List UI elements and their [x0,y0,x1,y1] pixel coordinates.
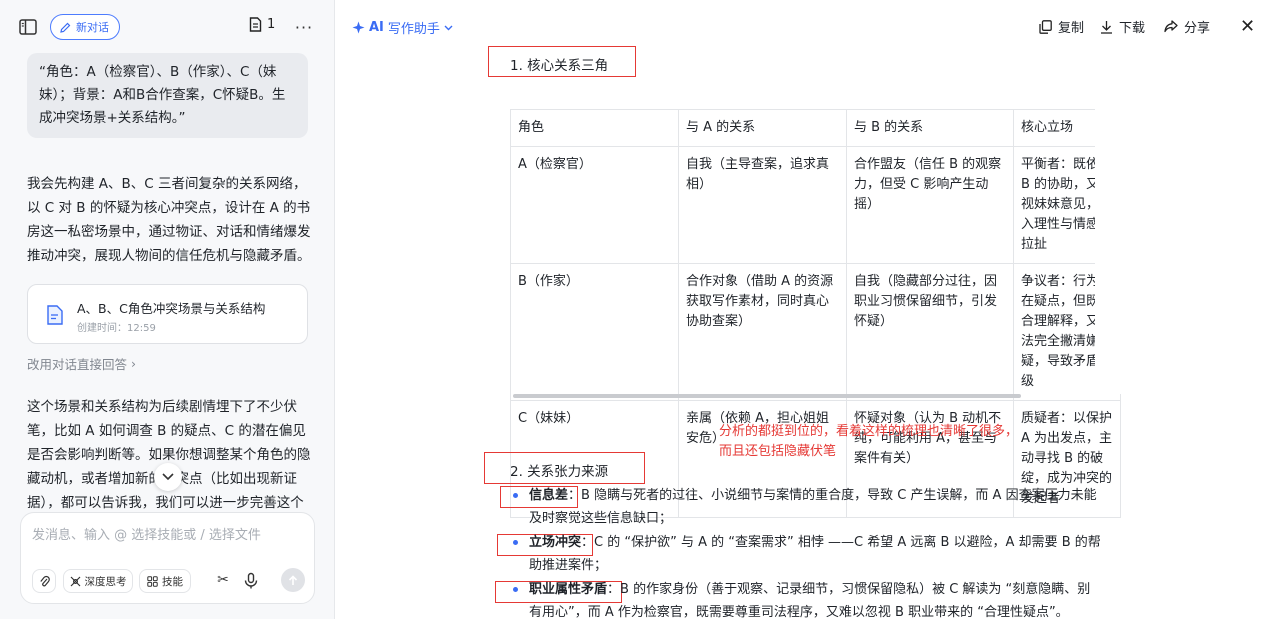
new-chat-button[interactable]: 新对话 [50,14,120,40]
table-overflow-mask [1095,109,1135,394]
table-cell: 合作盟友（信任 B 的观察力，但受 C 影响产生动摇） [846,146,1014,264]
bullet-dot [513,587,518,592]
document-card-title: A、B、C角色冲突场景与关系结构 [77,301,266,316]
document-panel: AI 写作助手 复制 下载 分享 ✕ 1. 核心关系三角 角色 与 A 的关系 … [335,0,1280,619]
table-cell: 自我（主导查案，追求真相） [678,146,847,264]
close-icon[interactable]: ✕ [1240,16,1255,37]
bullet-dot [513,540,518,545]
table-row: B（作家） 合作对象（借助 A 的资源获取写作素材，同时真心协助查案） 自我（隐… [510,263,1121,401]
assistant-title: 写作助手 [387,22,440,37]
ai-writing-assistant-menu[interactable]: AI 写作助手 [352,18,453,37]
bullet-term: 职业属性矛盾 [529,582,608,597]
deep-think-icon [70,576,80,586]
switch-link-label: 改用对话直接回答 [27,357,128,372]
share-icon [1164,20,1178,33]
chevron-down-icon [444,25,453,30]
skills-grid-icon [147,575,158,587]
document-icon [249,17,262,32]
edit-icon [60,22,71,33]
table-header: 角色 [510,109,679,147]
document-card[interactable]: A、B、C角色冲突场景与关系结构 创建时间：12:59 [27,284,308,344]
scissors-icon[interactable]: ✂ [214,572,232,590]
table-cell: A（检察官） [510,146,679,264]
share-button[interactable]: 分享 [1164,17,1210,36]
skills-label: 技能 [162,575,183,588]
arrow-up-icon [288,574,298,585]
section1-heading: 1. 核心关系三角 [510,58,609,74]
user-message: “角色：A（检察官）、B（作家）、C（妹妹）；背景：A和B合作查案，C怀疑B。生… [27,53,308,138]
bullet-dot [513,493,518,498]
bullet-text: ：B 的作家身份（善于观察、记录细节，习惯保留隐私）被 C 解读为 “刻意隐瞒、… [529,582,1091,619]
chat-toolbar: 新对话 1 ··· [0,0,334,54]
chat-panel: 新对话 1 ··· “角色：A（检察官）、B（作家）、C（妹妹）；背景：A和B合… [0,0,335,619]
skills-button[interactable]: 技能 [139,569,191,593]
annotation-line-2: 而且还包括隐藏伏笔 [719,444,837,459]
tension-source-list: 信息差：B 隐瞒与死者的过往、小说细节与案情的重合度，导致 C 产生误解，而 A… [503,484,1103,619]
copy-button[interactable]: 复制 [1039,17,1084,36]
download-icon [1101,20,1112,34]
section2-heading: 2. 关系张力来源 [510,464,609,480]
attach-button[interactable] [32,569,56,593]
bullet-term: 立场冲突 [529,535,582,550]
more-options-icon[interactable]: ··· [293,16,315,38]
list-item: 立场冲突：C 的 “保护欲” 与 A 的 “查案需求” 相悖 ——C 希望 A … [503,531,1103,577]
copy-icon [1039,19,1052,34]
new-chat-label: 新对话 [76,21,109,34]
table-cell: 合作对象（借助 A 的资源获取写作素材，同时真心协助查案） [678,263,847,401]
assistant-reply-intro: 我会先构建 A、B、C 三者间复杂的关系网络，以 C 对 B 的怀疑为核心冲突点… [27,176,311,264]
red-annotation: 分析的都挺到位的，看着这样的梳理也清晰了很多， 而且还包括隐藏伏笔 [719,422,1018,462]
assistant-title-ai: AI [369,20,384,35]
table-header: 与 B 的关系 [846,109,1014,147]
copy-label: 复制 [1058,21,1085,36]
scroll-down-button[interactable] [154,463,182,491]
deep-think-button[interactable]: 深度思考 [63,569,133,593]
annotation-line-1: 分析的都挺到位的，看着这样的梳理也清晰了很多， [719,424,1019,439]
microphone-icon[interactable] [242,572,260,590]
bullet-text: ：B 隐瞒与死者的过往、小说细节与案情的重合度，导致 C 产生误解，而 A 因查… [529,488,1097,526]
table-horizontal-scrollbar[interactable] [513,394,1021,398]
chevron-down-icon [162,473,174,481]
table-header: 与 A 的关系 [678,109,847,147]
table-cell: 自我（隐藏部分过往，因职业习惯保留细节，引发怀疑） [846,263,1014,401]
list-item: 信息差：B 隐瞒与死者的过往、小说细节与案情的重合度，导致 C 产生误解，而 A… [503,484,1103,530]
message-composer[interactable]: 发消息、输入 @ 选择技能或 / 选择文件 深度思考 技能 ✂ [20,512,315,604]
document-file-icon [47,305,63,325]
document-count-button[interactable]: 1 [249,17,275,32]
bullet-term: 信息差 [529,488,569,503]
table-cell: B（作家） [510,263,679,401]
table-header-row: 角色 与 A 的关系 与 B 的关系 核心立场 [510,109,1121,147]
deep-think-label: 深度思考 [84,575,127,588]
share-label: 分享 [1184,21,1211,36]
download-button[interactable]: 下载 [1100,17,1145,36]
assistant-reply-followup: 这个场景和关系结构为后续剧情埋下了不少伏笔，比如 A 如何调查 B 的疑点、C … [27,399,311,511]
send-button[interactable] [281,568,305,592]
composer-placeholder: 发消息、输入 @ 选择技能或 / 选择文件 [32,528,261,543]
paperclip-icon [39,575,50,586]
document-card-created: 创建时间：12:59 [77,323,156,334]
list-item: 职业属性矛盾：B 的作家身份（善于观察、记录细节，习惯保留隐私）被 C 解读为 … [503,578,1103,619]
switch-to-direct-answer-link[interactable]: 改用对话直接回答 › [27,354,136,373]
sparkle-icon [352,21,365,34]
sidebar-toggle-icon[interactable] [18,17,38,37]
document-count: 1 [267,17,276,32]
bullet-text: ：C 的 “保护欲” 与 A 的 “查案需求” 相悖 ——C 希望 A 远离 B… [529,535,1101,573]
download-label: 下载 [1119,21,1146,36]
chevron-right-icon: › [131,356,137,371]
table-row: A（检察官） 自我（主导查案，追求真相） 合作盟友（信任 B 的观察力，但受 C… [510,146,1121,264]
